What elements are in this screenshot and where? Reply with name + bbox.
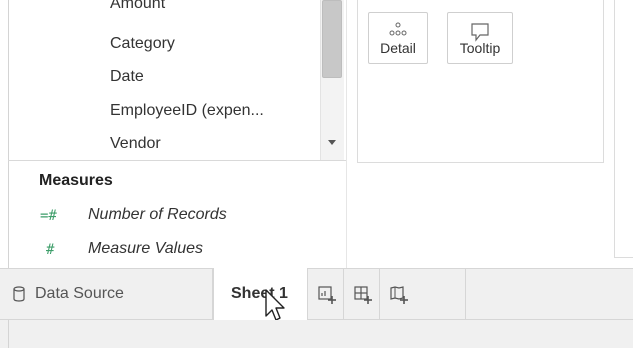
- dimensions-list: Amount Category Date EmployeeID (expen..…: [0, 0, 320, 160]
- detail-icon: [389, 22, 407, 36]
- pane-divider: [8, 160, 346, 161]
- shelf-border: [614, 0, 633, 258]
- sheet-tab-bar: Data Source Sheet 1: [0, 268, 633, 320]
- new-story-icon: [390, 286, 408, 304]
- measure-label: Number of Records: [88, 206, 227, 223]
- scroll-down-arrow-icon[interactable]: [328, 140, 336, 145]
- dimension-item-amount[interactable]: Amount: [110, 0, 165, 14]
- tooltip-button[interactable]: Tooltip: [447, 12, 513, 64]
- measure-label: Measure Values: [88, 240, 204, 257]
- status-left-border: [8, 320, 9, 348]
- detail-label: Detail: [380, 40, 416, 56]
- new-story-button[interactable]: [380, 269, 466, 320]
- new-worksheet-icon: [318, 286, 336, 304]
- measure-item-number-of-records[interactable]: =# Number of Records: [0, 206, 340, 230]
- measures-heading: Measures: [39, 172, 113, 189]
- dimension-item-date[interactable]: Date: [110, 67, 144, 87]
- database-icon: [13, 286, 25, 302]
- mouse-pointer-icon: [265, 289, 285, 321]
- dimension-item-employeeid[interactable]: EmployeeID (expen...: [110, 101, 264, 121]
- tab-data-source[interactable]: Data Source: [0, 269, 213, 320]
- new-dashboard-icon: [354, 286, 372, 304]
- status-bar: [0, 320, 633, 348]
- tab-sheet-1[interactable]: Sheet 1: [213, 268, 308, 320]
- tooltip-label: Tooltip: [459, 40, 501, 56]
- dimension-item-vendor[interactable]: Vendor: [110, 134, 161, 154]
- measure-item-measure-values[interactable]: # Measure Values: [0, 240, 340, 264]
- dimension-item-category[interactable]: Category: [110, 34, 175, 54]
- calc-measure-icon: =#: [40, 208, 57, 224]
- detail-button[interactable]: Detail: [368, 12, 428, 64]
- data-source-label: Data Source: [35, 285, 124, 302]
- measure-icon: #: [46, 242, 55, 258]
- marks-card: Detail Tooltip: [357, 0, 604, 163]
- scrollbar-thumb[interactable]: [322, 0, 342, 78]
- new-dashboard-button[interactable]: [344, 269, 380, 320]
- new-worksheet-button[interactable]: [308, 269, 344, 320]
